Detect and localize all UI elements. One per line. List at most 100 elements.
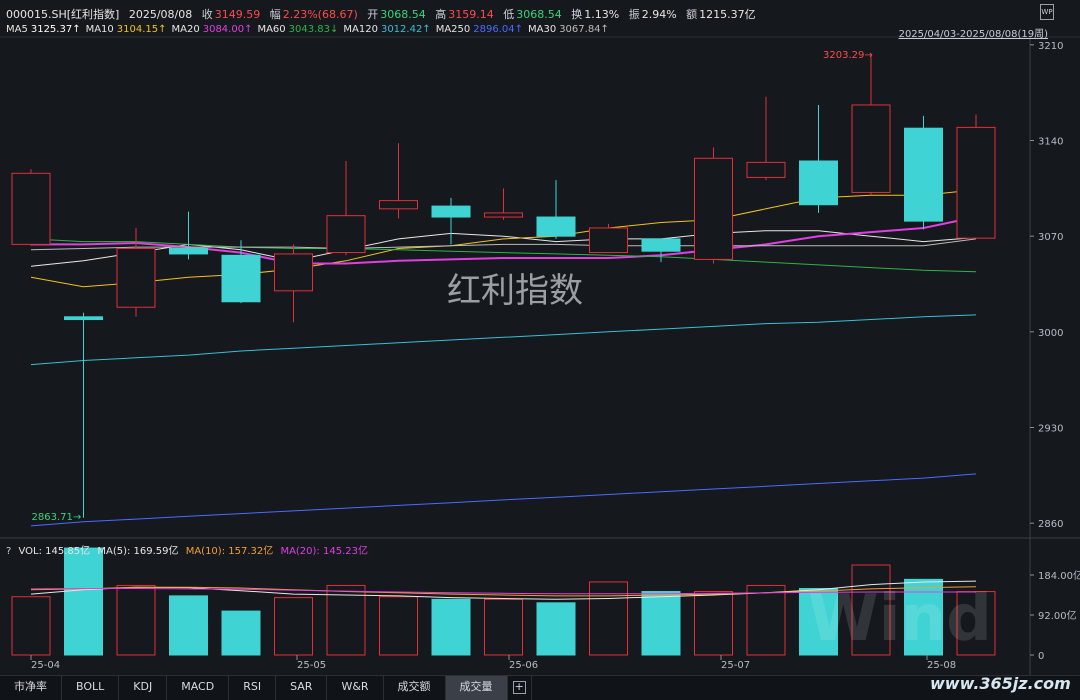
vol-tick-label: 0 [1038, 651, 1044, 662]
tab-4[interactable]: RSI [229, 676, 277, 700]
volume-bar [746, 584, 786, 656]
volume-bar [431, 598, 471, 656]
ma-line-ma20 [31, 216, 977, 265]
candle-body [904, 127, 943, 222]
turnover-value: 1.13% [584, 8, 620, 21]
candle-body [536, 216, 576, 237]
amount-label: 额 [686, 8, 698, 21]
change-label: 幅 [269, 8, 281, 21]
close-label: 收 [201, 8, 213, 21]
volume-legend: ? VOL: 145.85亿 MA(5): 169.59亿 MA(10): 15… [6, 542, 372, 557]
watermark-title: 红利指数 [447, 271, 583, 311]
candle-body [116, 247, 156, 308]
open-label: 开 [367, 8, 379, 21]
volume-bar [641, 591, 681, 656]
volume-bar [116, 584, 156, 656]
candle-body [64, 316, 103, 321]
volume-value: VOL: 145.85亿 [18, 546, 91, 557]
quote-date: 2025/08/08 [128, 8, 193, 21]
x-tick-label: 25-07 [721, 660, 750, 671]
change-value: 2.23%(68.67) [282, 8, 358, 21]
y-tick-label: 3000 [1038, 328, 1063, 339]
plus-icon: + [512, 680, 526, 694]
candle-body [851, 104, 891, 193]
amount-value: 1215.37亿 [699, 8, 756, 21]
tab-2[interactable]: KDJ [119, 676, 168, 700]
high-value: 3159.14 [448, 8, 494, 21]
tab-1[interactable]: BOLL [62, 676, 120, 700]
ma-legend-label-ma60: MA60 [257, 24, 286, 35]
ma-legend: MA5 3125.37↑ MA10 3104.15↑ MA20 3084.00↑ MA60 3… [6, 24, 614, 35]
ma-legend-label-ma120: MA120 [343, 24, 378, 35]
ma-legend-value-ma20: 3084.00↑ [202, 24, 253, 35]
volume-ma10: MA(10): 157.32亿 [185, 546, 274, 557]
kline-window: 2860 2930 3000 3070 3140 3210 0 92.00亿 184.00亿 红利… [0, 0, 1080, 700]
volume-bar [11, 596, 51, 656]
candle-body [484, 212, 523, 218]
price-annotation: 2863.71→ [32, 512, 82, 523]
close-value: 3149.59 [214, 8, 261, 21]
volume-bar [694, 591, 733, 656]
volume-bar [221, 610, 261, 656]
site-watermark: www.365jz.com [930, 674, 1071, 693]
amplitude-value: 2.94% [641, 8, 677, 21]
candle-body [326, 215, 366, 254]
volume-bar [484, 598, 523, 656]
y-tick-label: 3140 [1038, 137, 1063, 148]
candle-body [746, 161, 786, 178]
high-label: 高 [435, 8, 447, 21]
wind-watermark: Wind [808, 582, 992, 656]
quote-header: 000015.SH[红利指数] 2025/08/08 收 3149.59 幅 2.2… [6, 6, 762, 22]
x-tick-label: 25-05 [297, 660, 326, 671]
vol-tick-label: 184.00亿 [1038, 569, 1080, 582]
ma-legend-value-ma250: 2896.04↑ [473, 24, 523, 35]
ma-legend-label-ma10: MA10 [85, 24, 114, 35]
candle-body [589, 227, 628, 254]
ma-line-ma250 [30, 473, 977, 527]
ma-line-ma60 [30, 238, 977, 273]
volume-bar [169, 595, 208, 656]
volume-bar [274, 597, 313, 656]
candle-body [274, 253, 313, 292]
tab-7[interactable]: 成交额 [384, 676, 446, 700]
candle-body [799, 160, 838, 206]
wp-icon[interactable]: WP [1040, 4, 1054, 20]
volume-bar [589, 581, 628, 656]
ma-line-ma120 [30, 314, 977, 366]
volume-ma5: MA(5): 169.59亿 [97, 546, 179, 557]
help-icon[interactable]: ? [6, 546, 11, 557]
volume-bar [379, 596, 418, 656]
tab-8[interactable]: 成交量 [445, 676, 508, 700]
ma-legend-value-ma120: 3012.42↑ [380, 24, 431, 35]
candle-body [221, 254, 261, 303]
tab-6[interactable]: W&R [327, 676, 384, 700]
ma-legend-label-ma250: MA250 [435, 24, 471, 35]
vol-tick-label: 92.00亿 [1038, 609, 1077, 622]
candle-body [641, 238, 681, 252]
ma-legend-label-ma30: MA30 [527, 24, 557, 35]
amplitude-label: 振 [628, 8, 640, 21]
tab-0[interactable]: 市净率 [0, 676, 62, 700]
low-label: 低 [503, 8, 515, 21]
price-annotation: 3203.29→ [823, 50, 873, 61]
volume-bar [64, 547, 103, 656]
indicator-tabs: 市净率 BOLL KDJ MACD RSI SAR W&R 成交额 成交量 + [0, 675, 1080, 700]
candle-body [11, 172, 51, 245]
tab-3[interactable]: MACD [167, 676, 230, 700]
y-tick-label: 3210 [1038, 41, 1063, 52]
tab-5[interactable]: SAR [276, 676, 328, 700]
y-tick-label: 2860 [1038, 519, 1063, 530]
date-range[interactable]: 2025/04/03-2025/08/08(19周) [899, 25, 1048, 40]
x-tick-label: 25-04 [31, 660, 60, 671]
candle-body [169, 247, 208, 255]
kline-chart[interactable]: 2860 2930 3000 3070 3140 3210 0 92.00亿 184.00亿 红利… [0, 0, 1080, 699]
add-tab-button[interactable]: + [508, 676, 532, 700]
y-tick-label: 2930 [1038, 424, 1063, 435]
ma-legend-label-ma20: MA20 [171, 24, 200, 35]
ma-legend-value-ma5: 3125.37↑ [30, 24, 81, 35]
volume-ma20: MA(20): 145.23亿 [280, 546, 368, 557]
turnover-label: 换 [571, 8, 583, 21]
x-tick-label: 25-08 [927, 660, 956, 671]
volume-bar [536, 602, 576, 656]
ma-legend-value-ma30: 3067.84↑ [559, 24, 609, 35]
